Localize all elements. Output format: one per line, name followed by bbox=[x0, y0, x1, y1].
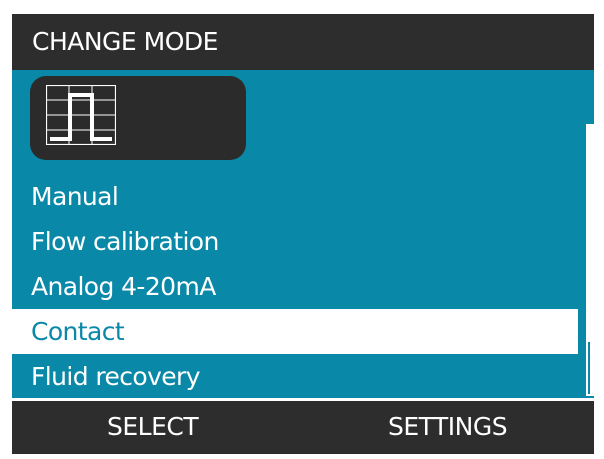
scrollbar-thumb[interactable] bbox=[588, 342, 590, 394]
mode-item-fluid-recovery[interactable]: Fluid recovery bbox=[12, 354, 578, 399]
page-title: CHANGE MODE bbox=[32, 27, 218, 56]
mode-item-analog-4-20ma[interactable]: Analog 4-20mA bbox=[12, 264, 578, 309]
settings-softkey[interactable]: SETTINGS bbox=[388, 411, 508, 443]
mode-item-flow-calibration[interactable]: Flow calibration bbox=[12, 219, 578, 264]
select-softkey[interactable]: SELECT bbox=[107, 411, 199, 443]
pulse-waveform-icon bbox=[46, 85, 116, 145]
pump-display-screen: CHANGE MODE Manual Flow calibration Anal… bbox=[12, 14, 594, 454]
current-mode-icon-box bbox=[30, 76, 246, 160]
mode-list: Manual Flow calibration Analog 4-20mA Co… bbox=[12, 174, 578, 399]
mode-item-manual[interactable]: Manual bbox=[12, 174, 578, 219]
mode-item-contact[interactable]: Contact bbox=[12, 309, 578, 354]
scrollbar[interactable] bbox=[586, 124, 594, 396]
mode-panel: Manual Flow calibration Analog 4-20mA Co… bbox=[12, 70, 594, 398]
header-bar: CHANGE MODE bbox=[12, 14, 594, 70]
softkey-bar: SELECT SETTINGS bbox=[12, 401, 594, 454]
